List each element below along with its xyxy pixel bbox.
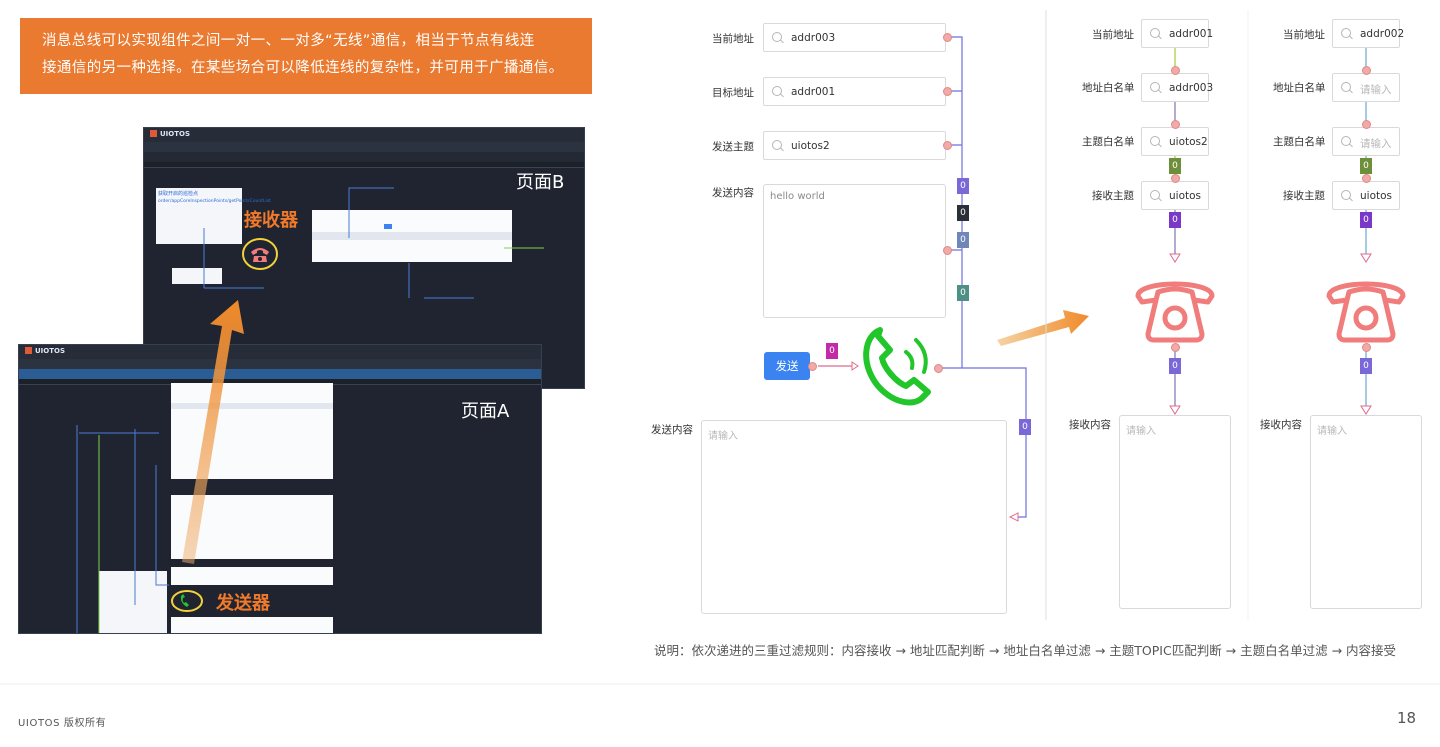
bottom-content-textarea[interactable]: 请输入 xyxy=(701,420,1007,614)
search-icon xyxy=(772,140,782,150)
r1-receive-topic-label: 接收主题 xyxy=(1092,190,1134,202)
bottom-content-label: 发送内容 xyxy=(651,424,693,436)
send-content-textarea[interactable]: hello world xyxy=(763,184,946,318)
link-tag: 0 xyxy=(957,205,969,221)
port-dot xyxy=(1171,343,1180,352)
search-icon xyxy=(1341,82,1351,92)
send-button[interactable]: 发送 xyxy=(764,352,810,380)
search-icon xyxy=(772,32,782,42)
link-tag: 0 xyxy=(957,232,969,248)
port-dot xyxy=(808,362,817,371)
link-tag: 0 xyxy=(1169,358,1181,374)
search-icon xyxy=(1150,28,1160,38)
search-icon xyxy=(1341,190,1351,200)
r1-current-address-input[interactable]: addr001 xyxy=(1141,19,1213,48)
current-address-label: 当前地址 xyxy=(712,33,754,45)
r1-whitelist-label: 地址白名单 xyxy=(1082,82,1135,94)
r1-phone-icon xyxy=(1135,281,1215,343)
search-icon xyxy=(772,86,782,96)
r1-topic-whitelist-input[interactable]: uiotos2 xyxy=(1141,127,1209,156)
port-dot xyxy=(934,364,943,373)
target-address-label: 目标地址 xyxy=(712,87,754,99)
r1-receive-content-label: 接收内容 xyxy=(1069,419,1111,431)
r1-topic-whitelist-label: 主题白名单 xyxy=(1082,136,1135,148)
search-icon xyxy=(1150,190,1160,200)
r2-receive-content-label: 接收内容 xyxy=(1260,419,1302,431)
r2-current-address-input[interactable]: addr002 xyxy=(1332,19,1404,48)
r2-receive-topic-input[interactable]: uiotos xyxy=(1332,181,1400,210)
page-number: 18 xyxy=(1397,709,1417,727)
phone-sender-icon xyxy=(863,327,931,406)
r1-receive-topic-input[interactable]: uiotos xyxy=(1141,181,1209,210)
search-icon xyxy=(1150,82,1160,92)
link-tag: 0 xyxy=(826,343,838,359)
r2-phone-icon xyxy=(1326,281,1406,343)
port-dot xyxy=(1171,66,1180,75)
port-dot xyxy=(1362,174,1371,183)
port-dot xyxy=(1171,174,1180,183)
link-tag: 0 xyxy=(1360,358,1372,374)
port-dot xyxy=(943,33,952,42)
port-dot xyxy=(1362,66,1371,75)
copyright: UIOTOS 版权所有 xyxy=(18,718,107,729)
port-dot xyxy=(1171,120,1180,129)
send-topic-input[interactable]: uiotos2 xyxy=(763,131,946,160)
link-tag: 0 xyxy=(1169,212,1181,228)
r1-whitelist-input[interactable]: addr003 xyxy=(1141,73,1213,102)
link-tag: 0 xyxy=(957,178,969,194)
port-dot xyxy=(1362,120,1371,129)
r1-receive-content-textarea[interactable]: 请输入 xyxy=(1119,415,1231,609)
current-address-input[interactable]: addr003 xyxy=(763,23,946,52)
r2-whitelist-input[interactable]: 请输入 xyxy=(1332,73,1400,102)
link-tag: 0 xyxy=(1360,212,1372,228)
port-dot xyxy=(1362,343,1371,352)
search-icon xyxy=(1150,136,1160,146)
search-icon xyxy=(1341,136,1351,146)
r2-whitelist-label: 地址白名单 xyxy=(1273,82,1326,94)
send-content-label: 发送内容 xyxy=(712,187,754,199)
r2-topic-whitelist-input[interactable]: 请输入 xyxy=(1332,127,1400,156)
r1-current-address-label: 当前地址 xyxy=(1092,29,1134,41)
r2-receive-content-textarea[interactable]: 请输入 xyxy=(1310,415,1422,609)
sender-wiring xyxy=(0,10,1440,685)
link-tag: 0 xyxy=(1019,419,1031,435)
link-tag: 0 xyxy=(1169,158,1181,174)
send-topic-label: 发送主题 xyxy=(712,141,754,153)
port-dot xyxy=(943,141,952,150)
link-tag: 0 xyxy=(957,285,969,301)
r2-current-address-label: 当前地址 xyxy=(1283,29,1325,41)
port-dot xyxy=(943,246,952,255)
r2-receive-topic-label: 接收主题 xyxy=(1283,190,1325,202)
target-address-input[interactable]: addr001 xyxy=(763,77,946,106)
link-tag: 0 xyxy=(1360,158,1372,174)
r2-topic-whitelist-label: 主题白名单 xyxy=(1273,136,1326,148)
search-icon xyxy=(1341,28,1351,38)
filter-description: 说明：依次递进的三重过滤规则：内容接收 → 地址匹配判断 → 地址白名单过滤 →… xyxy=(654,643,1397,658)
port-dot xyxy=(943,87,952,96)
